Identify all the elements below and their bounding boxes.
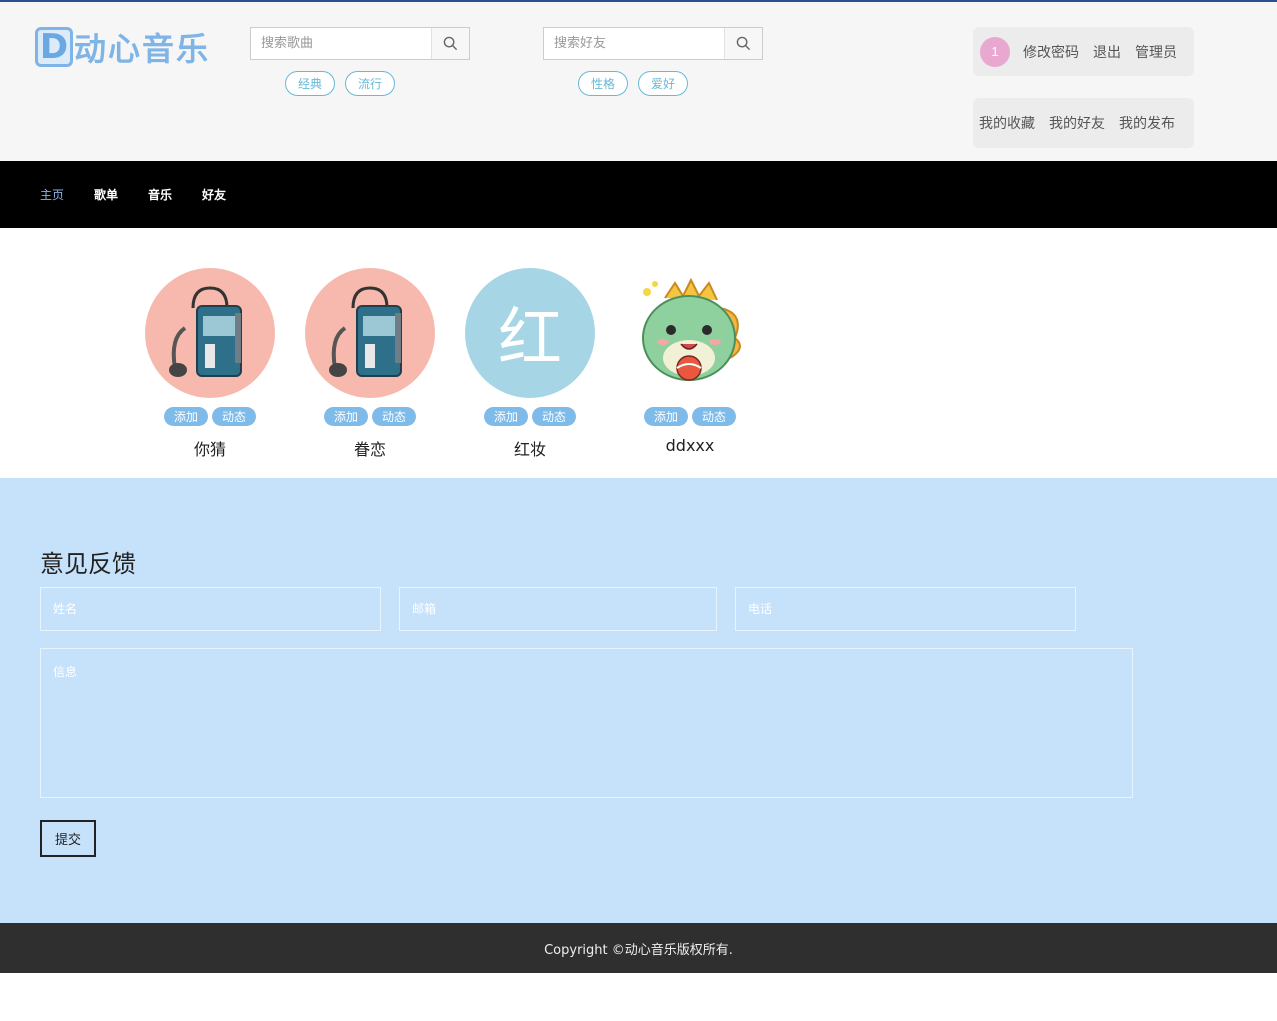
tag-personality[interactable]: 性格 <box>578 71 629 96</box>
friend-actions: 添加 动态 <box>163 407 257 426</box>
message-field[interactable] <box>40 648 1133 798</box>
friend-feed-button[interactable]: 动态 <box>372 407 417 426</box>
feedback-title: 意见反馈 <box>40 550 136 578</box>
friend-feed-button[interactable]: 动态 <box>212 407 257 426</box>
add-friend-button[interactable]: 添加 <box>163 407 208 426</box>
nav-home[interactable]: 主页 <box>40 186 64 203</box>
logo-letter: D <box>35 27 73 67</box>
nav-friends[interactable]: 好友 <box>202 186 226 203</box>
logo-text: 动心音乐 <box>74 30 211 68</box>
friend-actions: 添加 动态 <box>323 407 417 426</box>
friend-avatar[interactable] <box>305 268 435 398</box>
site-footer: Copyright ©动心音乐版权所有. <box>0 923 1277 973</box>
nav-playlists[interactable]: 歌单 <box>94 186 118 203</box>
search-icon <box>443 36 458 51</box>
tag-pop[interactable]: 流行 <box>345 71 396 96</box>
my-posts-link[interactable]: 我的发布 <box>1119 113 1175 133</box>
my-links: 我的收藏 我的好友 我的发布 <box>973 98 1194 148</box>
phone-field[interactable] <box>735 587 1076 631</box>
friend-name[interactable]: 红妆 <box>514 436 546 460</box>
change-password-link[interactable]: 修改密码 <box>1023 42 1079 62</box>
friend-card: 添加 动态 ddxxx <box>625 268 755 455</box>
friends-section: 添加 动态 你猜 添加 动态 眷恋 红 添加 动态 红妆 添加 动态 ddxxx <box>0 228 1277 478</box>
add-friend-button[interactable]: 添加 <box>323 407 368 426</box>
song-search-button[interactable] <box>431 28 469 59</box>
name-field[interactable] <box>40 587 381 631</box>
site-header: D 动心音乐 经典 流行 性格 爱好 1 修改密码 退出 管理员 我的收藏 我的… <box>0 0 1277 161</box>
friend-feed-button[interactable]: 动态 <box>692 407 737 426</box>
song-tags: 经典 流行 <box>285 71 396 96</box>
submit-button[interactable]: 提交 <box>40 820 96 857</box>
my-favorites-link[interactable]: 我的收藏 <box>979 113 1035 133</box>
friend-avatar[interactable] <box>625 268 755 398</box>
friend-card: 添加 动态 眷恋 <box>305 268 435 460</box>
friend-name[interactable]: ddxxx <box>666 436 715 455</box>
email-field[interactable] <box>399 587 717 631</box>
main-nav: 主页 歌单 音乐 好友 <box>0 161 1277 228</box>
song-search-input[interactable] <box>251 28 431 59</box>
friend-name[interactable]: 你猜 <box>194 436 226 460</box>
feedback-section: 意见反馈 提交 <box>0 478 1277 923</box>
admin-link[interactable]: 管理员 <box>1135 42 1177 62</box>
friend-avatar[interactable]: 红 <box>465 268 595 398</box>
add-friend-button[interactable]: 添加 <box>483 407 528 426</box>
cassette-player-icon <box>329 286 402 377</box>
site-logo[interactable]: D 动心音乐 <box>35 26 210 68</box>
tag-hobby[interactable]: 爱好 <box>638 71 689 96</box>
friend-search-box <box>543 27 763 60</box>
tag-classic[interactable]: 经典 <box>285 71 336 96</box>
friend-card: 添加 动态 你猜 <box>145 268 275 460</box>
search-icon <box>736 36 751 51</box>
friend-actions: 添加 动态 <box>483 407 577 426</box>
friend-tags: 性格 爱好 <box>578 71 689 96</box>
nav-music[interactable]: 音乐 <box>148 186 172 203</box>
avatar-initial: 红 <box>498 302 562 376</box>
copyright-text: Copyright ©动心音乐版权所有. <box>544 942 733 958</box>
friend-name[interactable]: 眷恋 <box>354 436 386 460</box>
song-search-box <box>250 27 470 60</box>
cassette-player-icon <box>169 286 242 377</box>
logout-link[interactable]: 退出 <box>1093 42 1121 62</box>
friend-actions: 添加 动态 <box>643 407 737 426</box>
friend-avatar[interactable] <box>145 268 275 398</box>
friend-search-button[interactable] <box>724 28 762 59</box>
friend-feed-button[interactable]: 动态 <box>532 407 577 426</box>
friend-search-input[interactable] <box>544 28 724 59</box>
friend-card: 红 添加 动态 红妆 <box>465 268 595 460</box>
dragon-mascot-icon <box>642 277 741 381</box>
user-menu: 1 修改密码 退出 管理员 <box>973 27 1194 76</box>
add-friend-button[interactable]: 添加 <box>643 407 688 426</box>
my-friends-link[interactable]: 我的好友 <box>1049 113 1105 133</box>
user-avatar-badge[interactable]: 1 <box>980 36 1010 67</box>
